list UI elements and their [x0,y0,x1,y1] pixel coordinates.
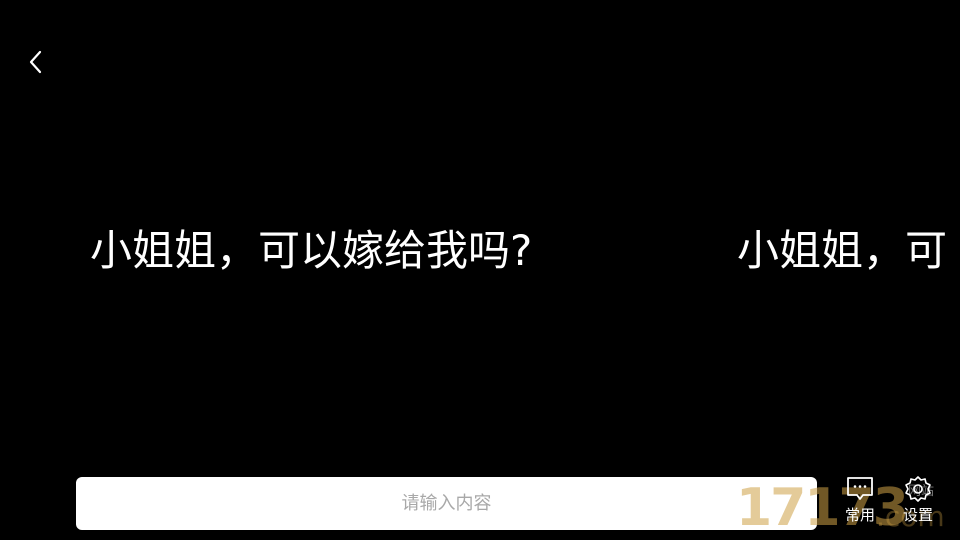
chevron-left-icon [29,50,42,74]
back-button[interactable] [18,42,54,82]
message-input-bar[interactable] [76,476,817,531]
message-bubble-icon [847,477,873,500]
scrolling-message: 小姐姐，可以嫁给我吗? 小姐姐，可 [0,218,960,288]
bullet-screen: 小姐姐，可以嫁给我吗? 小姐姐，可 17173 .com 网站 常用 设置 [0,0,960,540]
common-phrases-button[interactable]: 常用 [833,475,887,535]
scrolling-text: 小姐姐，可以嫁给我吗? [90,226,533,275]
message-input[interactable] [76,476,817,531]
scrolling-text-repeat: 小姐姐，可 [737,226,948,275]
gear-icon [905,476,931,502]
settings-label: 设置 [902,506,933,524]
settings-button[interactable]: 设置 [891,475,945,535]
common-phrases-label: 常用 [844,506,875,524]
